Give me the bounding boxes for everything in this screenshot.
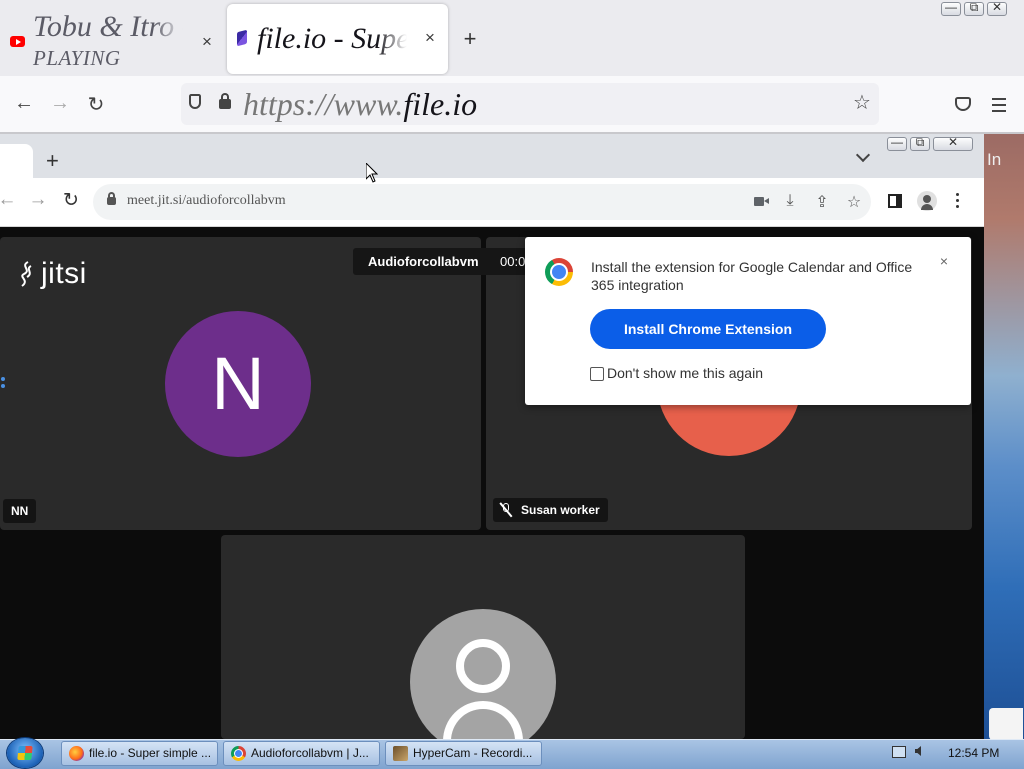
taskbar-button-firefox[interactable]: file.io - Super simple ... — [61, 741, 218, 766]
install-chrome-extension-button[interactable]: Install Chrome Extension — [590, 309, 826, 349]
url-bar[interactable]: https://www.file.io ☆ — [181, 83, 879, 125]
tab-title: Tobu & Itro - — [33, 10, 183, 43]
firefox-tab-youtube[interactable]: Tobu & Itro - PLAYING × — [0, 4, 222, 74]
chrome-window-controls: — ⧉ ✕ — [887, 135, 973, 151]
bookmark-star-icon[interactable]: ☆ — [844, 192, 864, 212]
kebab-menu-icon[interactable] — [956, 193, 960, 211]
popup-message: Install the extension for Google Calenda… — [591, 259, 913, 293]
desktop-background — [984, 134, 1024, 739]
chrome-tab-active[interactable] — [0, 144, 33, 178]
mic-muted-icon — [501, 503, 511, 517]
reload-button[interactable]: ↻ — [84, 92, 108, 117]
tab-title: file.io - Super s — [257, 22, 407, 55]
room-name-label: Audioforcollabvm — [353, 248, 498, 275]
new-tab-button[interactable]: + — [458, 26, 482, 52]
chrome-forward-button[interactable]: → — [27, 189, 49, 211]
chrome-tab-strip: + — ⧉ ✕ — [0, 134, 984, 178]
close-window-button[interactable]: ✕ — [987, 0, 1007, 16]
taskbar-button-chrome[interactable]: Audioforcollabvm | J... — [223, 741, 380, 766]
start-button[interactable] — [7, 738, 43, 768]
chevron-down-icon[interactable] — [855, 147, 871, 163]
network-icon[interactable] — [892, 746, 906, 758]
close-tab-icon[interactable]: × — [421, 28, 439, 48]
dont-show-again-label[interactable]: Don't show me this again — [607, 365, 763, 381]
close-window-button[interactable]: ✕ — [933, 135, 973, 151]
share-icon[interactable]: ⇪ — [812, 192, 832, 212]
side-panel-icon[interactable] — [888, 194, 902, 208]
tab-playing-label: PLAYING — [33, 46, 121, 70]
close-icon[interactable]: × — [936, 253, 952, 269]
restore-button[interactable]: ⧉ — [910, 135, 930, 151]
restore-button[interactable]: ⧉ — [964, 0, 984, 16]
mouse-cursor-icon — [366, 163, 378, 183]
chrome-toolbar: ← → ↻ meet.jit.si/audioforcollabvm ⤓ ⇪ ☆ — [0, 178, 984, 227]
lock-icon[interactable] — [219, 93, 231, 109]
back-button[interactable]: ← — [12, 92, 36, 115]
url-text[interactable]: https://www.file.io — [243, 86, 477, 123]
install-app-icon[interactable]: ⤓ — [780, 192, 800, 210]
forward-button[interactable]: → — [48, 92, 72, 115]
window-controls: — ⧉ ✕ — [941, 0, 1007, 16]
hamburger-menu-icon[interactable] — [992, 98, 1006, 116]
jitsi-logo[interactable]: jitsi — [41, 257, 87, 291]
lock-icon[interactable] — [107, 192, 116, 205]
dont-show-again-checkbox[interactable] — [590, 367, 604, 381]
default-user-avatar-icon — [410, 609, 556, 755]
jitsi-logo-icon — [21, 261, 32, 287]
indicator-dot — [1, 377, 5, 381]
close-tab-icon[interactable]: × — [198, 32, 216, 52]
taskbar-clock[interactable]: 12:54 PM — [948, 746, 999, 760]
minimize-button[interactable]: — — [887, 135, 907, 151]
hypercam-icon — [393, 746, 408, 761]
firefox-nav-bar: ← → ↻ https://www.file.io ☆ — [0, 76, 1024, 134]
background-window-fragment — [989, 708, 1023, 740]
chrome-omnibox[interactable]: meet.jit.si/audioforcollabvm ⤓ ⇪ ☆ — [93, 184, 871, 220]
chrome-icon — [545, 258, 573, 286]
firefox-icon — [69, 746, 84, 761]
camera-icon[interactable] — [754, 197, 764, 206]
firefox-tab-fileio[interactable]: file.io - Super s × — [227, 4, 448, 74]
shield-icon[interactable] — [189, 94, 201, 109]
firefox-tab-strip: Tobu & Itro - PLAYING × file.io - Super … — [0, 0, 1024, 76]
bookmark-star-icon[interactable]: ☆ — [853, 90, 871, 115]
indicator-dot — [1, 384, 5, 388]
profile-avatar-icon[interactable] — [917, 191, 937, 211]
chrome-url-text[interactable]: meet.jit.si/audioforcollabvm — [127, 193, 286, 209]
youtube-icon — [10, 36, 25, 47]
background-window-text: In — [987, 150, 1002, 169]
chrome-back-button[interactable]: ← — [0, 189, 18, 211]
participant-name-tag: NN — [3, 499, 37, 523]
avatar: N — [165, 311, 311, 457]
chrome-reload-button[interactable]: ↻ — [60, 189, 82, 212]
taskbar-button-hypercam[interactable]: HyperCam - Recordi... — [385, 741, 542, 766]
minimize-button[interactable]: — — [941, 0, 961, 16]
chrome-new-tab-button[interactable]: + — [46, 148, 59, 174]
extension-popup: Install the extension for Google Calenda… — [525, 237, 971, 405]
fileio-icon — [237, 29, 247, 47]
participant-name-tag: Susan worker — [493, 498, 608, 522]
chrome-icon — [231, 746, 246, 761]
